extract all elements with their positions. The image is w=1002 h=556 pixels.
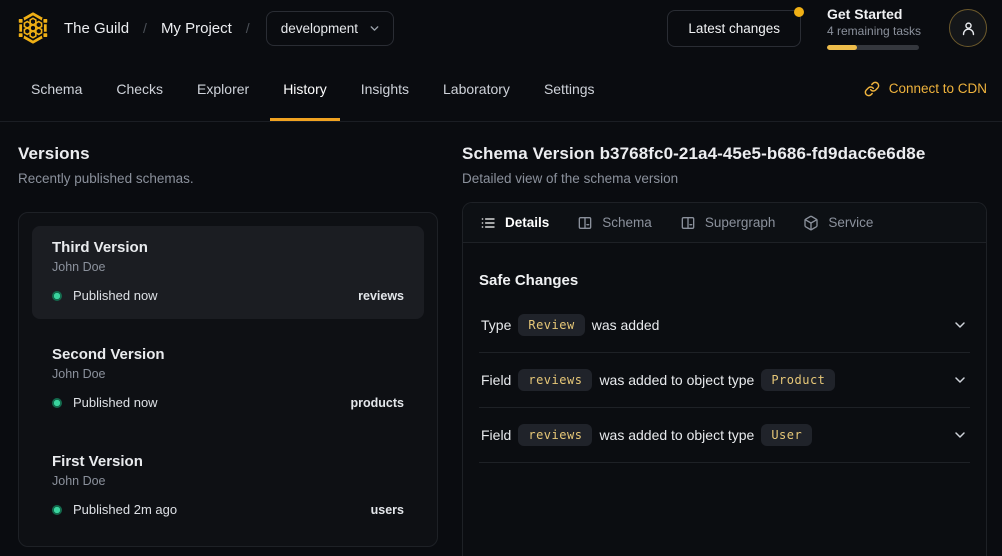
version-title: Third Version <box>52 239 404 256</box>
version-meta-row: Published now reviews <box>52 288 404 303</box>
list-icon <box>480 215 496 231</box>
detail-tab-label: Details <box>505 215 549 230</box>
version-title: Second Version <box>52 346 404 363</box>
top-header: The Guild / My Project / development Lat… <box>0 0 1002 56</box>
chevron-down-icon <box>368 22 381 35</box>
change-row-field-user[interactable]: Field reviews was added to object type U… <box>479 408 970 463</box>
get-started-remaining-tasks: 4 remaining tasks <box>827 24 923 38</box>
service-name: users <box>371 503 404 517</box>
versions-list: Third Version John Doe Published now rev… <box>18 212 438 547</box>
detail-tab-service[interactable]: Service <box>803 215 873 231</box>
detail-tab-details[interactable]: Details <box>480 215 549 231</box>
tab-insights[interactable]: Insights <box>348 56 422 121</box>
link-icon <box>864 81 880 97</box>
tab-settings[interactable]: Settings <box>531 56 608 121</box>
published-status-dot <box>52 291 62 301</box>
published-status: Published 2m ago <box>73 502 177 517</box>
version-card-first[interactable]: First Version John Doe Published 2m ago … <box>32 440 424 533</box>
tab-laboratory[interactable]: Laboratory <box>430 56 523 121</box>
user-avatar[interactable] <box>949 9 987 47</box>
version-meta-row: Published now products <box>52 395 404 410</box>
detail-tab-label: Schema <box>602 215 652 230</box>
tab-explorer[interactable]: Explorer <box>184 56 262 121</box>
tab-history[interactable]: History <box>270 56 340 121</box>
type-badge: Product <box>761 369 835 391</box>
version-author: John Doe <box>52 474 404 488</box>
columns-icon <box>680 215 696 231</box>
connect-to-cdn-label: Connect to CDN <box>889 81 987 96</box>
change-row-type-review[interactable]: Type Review was added <box>479 298 970 353</box>
detail-tab-supergraph[interactable]: Supergraph <box>680 215 776 231</box>
nav-tabs: Schema Checks Explorer History Insights … <box>18 56 608 121</box>
chevron-down-icon[interactable] <box>952 427 968 443</box>
user-avatar-icon <box>960 20 977 37</box>
tab-checks[interactable]: Checks <box>103 56 176 121</box>
version-title: First Version <box>52 453 404 470</box>
environment-select-value: development <box>281 21 358 36</box>
versions-title: Versions <box>18 144 438 164</box>
main-content: Versions Recently published schemas. Thi… <box>0 122 1002 556</box>
versions-subtitle: Recently published schemas. <box>18 171 438 186</box>
breadcrumb-org[interactable]: The Guild <box>64 20 129 37</box>
safe-changes-heading: Safe Changes <box>479 272 970 289</box>
code-badge: reviews <box>518 369 592 391</box>
change-kind: Type <box>481 317 511 333</box>
breadcrumb-separator: / <box>143 20 147 36</box>
header-right: Latest changes Get Started 4 remaining t… <box>667 6 987 50</box>
get-started-progress-bar <box>827 45 919 50</box>
progress-fill <box>827 45 857 50</box>
columns-icon <box>577 215 593 231</box>
get-started-title: Get Started <box>827 6 923 22</box>
version-detail-box: Details Schema Supergraph <box>462 202 987 556</box>
version-detail-panel: Schema Version b3768fc0-21a4-45e5-b686-f… <box>462 122 987 556</box>
change-text: was added to object type <box>599 372 754 388</box>
detail-tab-label: Service <box>828 215 873 230</box>
detail-content: Safe Changes Type Review was added Field… <box>463 243 986 463</box>
published-status-dot <box>52 505 62 515</box>
change-kind: Field <box>481 427 511 443</box>
version-card-third[interactable]: Third Version John Doe Published now rev… <box>32 226 424 319</box>
tab-schema[interactable]: Schema <box>18 56 95 121</box>
change-text: was added <box>592 317 660 333</box>
detail-tab-label: Supergraph <box>705 215 776 230</box>
type-badge: User <box>761 424 812 446</box>
version-detail-tabs: Details Schema Supergraph <box>463 203 986 243</box>
published-status-dot <box>52 398 62 408</box>
version-author: John Doe <box>52 260 404 274</box>
breadcrumb-project[interactable]: My Project <box>161 20 232 37</box>
changes-list: Type Review was added Field reviews was … <box>479 298 970 463</box>
notification-dot <box>794 7 804 17</box>
service-name: reviews <box>358 289 404 303</box>
version-card-second[interactable]: Second Version John Doe Published now pr… <box>32 333 424 426</box>
environment-select[interactable]: development <box>266 11 394 46</box>
code-badge: reviews <box>518 424 592 446</box>
change-kind: Field <box>481 372 511 388</box>
code-badge: Review <box>518 314 584 336</box>
published-status: Published now <box>73 288 158 303</box>
connect-to-cdn-button[interactable]: Connect to CDN <box>864 56 987 121</box>
breadcrumb: The Guild / My Project / <box>64 20 250 37</box>
service-name: products <box>351 396 404 410</box>
version-detail-title: Schema Version b3768fc0-21a4-45e5-b686-f… <box>462 144 987 164</box>
guild-logo-icon[interactable] <box>16 11 50 45</box>
change-text: was added to object type <box>599 427 754 443</box>
version-meta-row: Published 2m ago users <box>52 502 404 517</box>
cube-icon <box>803 215 819 231</box>
latest-changes-label: Latest changes <box>688 21 780 36</box>
published-status: Published now <box>73 395 158 410</box>
breadcrumb-separator: / <box>246 20 250 36</box>
detail-tab-schema[interactable]: Schema <box>577 215 652 231</box>
version-author: John Doe <box>52 367 404 381</box>
versions-panel: Versions Recently published schemas. Thi… <box>18 122 438 556</box>
get-started-widget[interactable]: Get Started 4 remaining tasks <box>827 6 923 50</box>
change-row-field-product[interactable]: Field reviews was added to object type P… <box>479 353 970 408</box>
version-detail-subtitle: Detailed view of the schema version <box>462 171 987 186</box>
chevron-down-icon[interactable] <box>952 372 968 388</box>
latest-changes-button[interactable]: Latest changes <box>667 10 801 47</box>
target-nav: Schema Checks Explorer History Insights … <box>0 56 1002 122</box>
chevron-down-icon[interactable] <box>952 317 968 333</box>
